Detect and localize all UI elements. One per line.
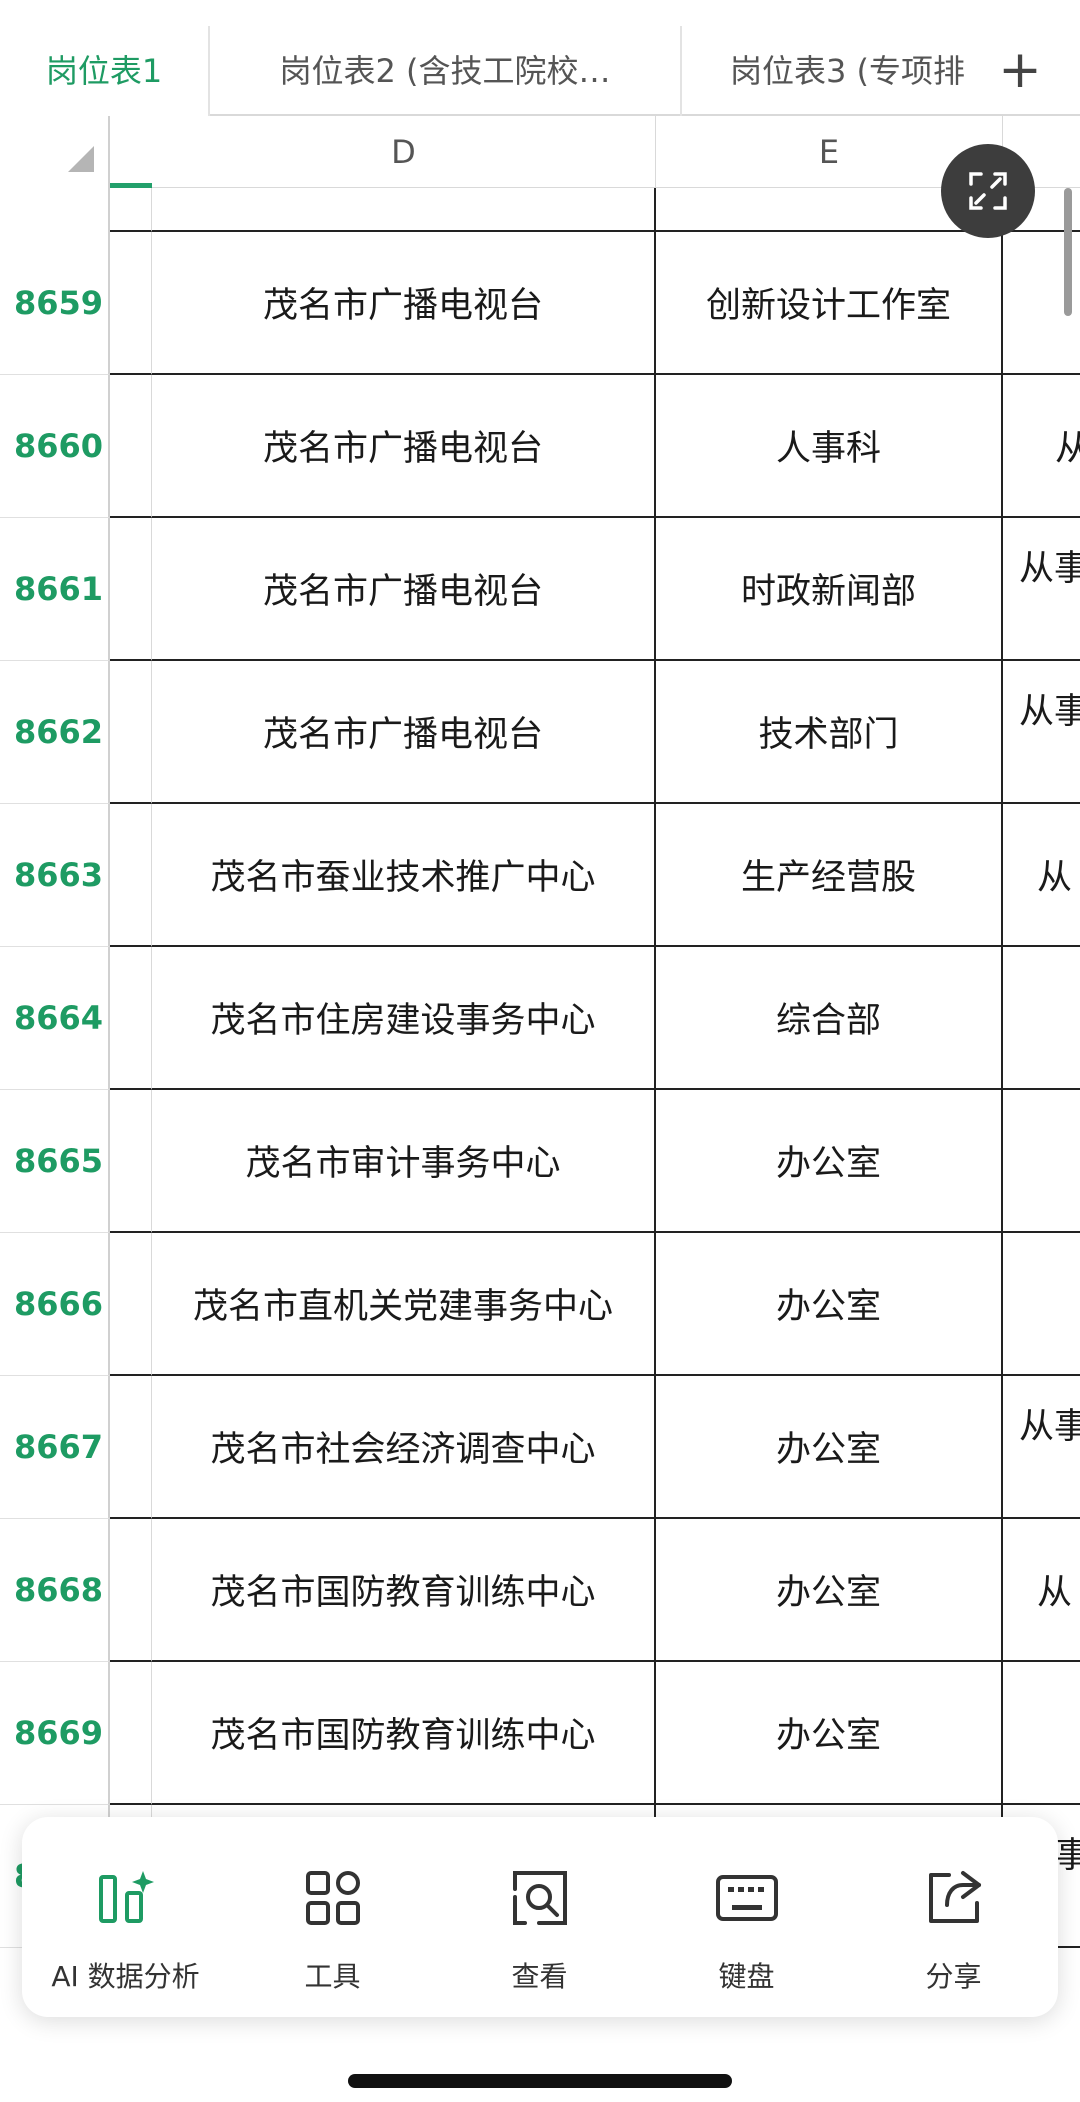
cell-unit-name[interactable]: 茂名市广播电视台 bbox=[152, 375, 656, 518]
keyboard-label: 键盘 bbox=[718, 1960, 775, 1993]
cell-unit-name[interactable]: 茂名市审计事务中心 bbox=[152, 1090, 656, 1233]
table-row: 8663 茂名市蚕业技术推广中心 生产经营股 从 bbox=[0, 804, 1080, 947]
cell-unit-name[interactable]: 茂名市社会经济调查中心 bbox=[152, 1376, 656, 1519]
row-number[interactable]: 8660 bbox=[0, 375, 110, 518]
view-search-icon bbox=[512, 1871, 567, 1925]
table-row-partial bbox=[0, 188, 1080, 232]
row-number[interactable]: 8664 bbox=[0, 947, 110, 1090]
grid-cell[interactable] bbox=[110, 375, 152, 518]
row-number[interactable]: 8668 bbox=[0, 1519, 110, 1662]
cell-unit-name[interactable]: 茂名市广播电视台 bbox=[152, 232, 656, 375]
share-icon bbox=[928, 1871, 981, 1923]
cell-unit-name[interactable]: 茂名市住房建设事务中心 bbox=[152, 947, 656, 1090]
table-row: 8659 茂名市广播电视台 创新设计工作室 bbox=[0, 232, 1080, 375]
ai-analysis-button[interactable]: AI 数据分析 bbox=[22, 1817, 229, 2017]
tab-sheet-3[interactable]: 岗位表3 (专项排 bbox=[682, 26, 972, 116]
row-number[interactable]: 8661 bbox=[0, 518, 110, 661]
grid-cell[interactable] bbox=[110, 518, 152, 661]
grid-cell[interactable] bbox=[110, 1662, 152, 1805]
column-header-d[interactable]: D bbox=[152, 116, 656, 188]
sheet-tab-bar: 岗位表1 岗位表2 (含技工院校… 岗位表3 (专项排 + bbox=[0, 26, 1080, 116]
grid-cell[interactable] bbox=[110, 1233, 152, 1376]
keyboard-icon bbox=[715, 1875, 778, 1921]
cell-department[interactable]: 人事科 bbox=[656, 375, 1003, 518]
cell-partial[interactable]: 从 bbox=[1003, 375, 1080, 518]
expand-icon bbox=[969, 172, 1007, 210]
share-label: 分享 bbox=[925, 1960, 982, 1993]
table-row: 8661 茂名市广播电视台 时政新闻部 从事 bbox=[0, 518, 1080, 661]
cell-unit-name[interactable]: 茂名市蚕业技术推广中心 bbox=[152, 804, 656, 947]
row-number[interactable]: 8666 bbox=[0, 1233, 110, 1376]
tools-grid-icon bbox=[305, 1871, 360, 1925]
cell-partial[interactable]: 从事 bbox=[1003, 661, 1080, 804]
table-row: 8666 茂名市直机关党建事务中心 办公室 bbox=[0, 1233, 1080, 1376]
cell-partial[interactable] bbox=[1003, 1090, 1080, 1233]
share-button[interactable]: 分享 bbox=[850, 1817, 1057, 2017]
cell-partial[interactable]: 从 bbox=[1003, 1519, 1080, 1662]
row-number[interactable]: 8663 bbox=[0, 804, 110, 947]
cell-unit-name[interactable]: 茂名市直机关党建事务中心 bbox=[152, 1233, 656, 1376]
grid-cell[interactable] bbox=[110, 1376, 152, 1519]
cell-department[interactable]: 生产经营股 bbox=[656, 804, 1003, 947]
ai-analysis-label: AI 数据分析 bbox=[51, 1960, 200, 1993]
cell-department[interactable]: 时政新闻部 bbox=[656, 518, 1003, 661]
ai-analysis-icon bbox=[98, 1871, 154, 1923]
select-all-corner[interactable] bbox=[0, 116, 110, 188]
row-number[interactable]: 8665 bbox=[0, 1090, 110, 1233]
table-row: 8665 茂名市审计事务中心 办公室 bbox=[0, 1090, 1080, 1233]
corner-triangle-icon bbox=[68, 146, 94, 172]
cell-department[interactable]: 办公室 bbox=[656, 1233, 1003, 1376]
cell-department[interactable]: 办公室 bbox=[656, 1662, 1003, 1805]
keyboard-button[interactable]: 键盘 bbox=[643, 1817, 850, 2017]
tools-button[interactable]: 工具 bbox=[229, 1817, 436, 2017]
row-number[interactable]: 8659 bbox=[0, 232, 110, 375]
row-number[interactable] bbox=[0, 188, 110, 232]
cell-unit-name[interactable]: 茂名市广播电视台 bbox=[152, 661, 656, 804]
fullscreen-button[interactable] bbox=[941, 144, 1035, 238]
grid-cell[interactable] bbox=[110, 1519, 152, 1662]
table-row: 8662 茂名市广播电视台 技术部门 从事 bbox=[0, 661, 1080, 804]
cell-department[interactable]: 技术部门 bbox=[656, 661, 1003, 804]
grid-cell[interactable] bbox=[110, 661, 152, 804]
row-number[interactable]: 8669 bbox=[0, 1662, 110, 1805]
add-sheet-button[interactable]: + bbox=[990, 42, 1050, 102]
grid-cell[interactable] bbox=[110, 947, 152, 1090]
grid-cell[interactable] bbox=[110, 188, 152, 232]
grid-cell[interactable] bbox=[110, 804, 152, 947]
cell-unit-name[interactable]: 茂名市国防教育训练中心 bbox=[152, 1662, 656, 1805]
grid-cell[interactable] bbox=[152, 188, 656, 232]
column-header-row: D E bbox=[0, 116, 1080, 188]
view-label: 查看 bbox=[511, 1960, 568, 1993]
home-indicator bbox=[348, 2074, 732, 2088]
cell-partial[interactable]: 从事 bbox=[1003, 1376, 1080, 1519]
grid-cell[interactable] bbox=[110, 1090, 152, 1233]
cell-partial[interactable]: 从 bbox=[1003, 804, 1080, 947]
tab-sheet-1[interactable]: 岗位表1 bbox=[0, 26, 208, 116]
row-number[interactable]: 8662 bbox=[0, 661, 110, 804]
table-row: 8664 茂名市住房建设事务中心 综合部 bbox=[0, 947, 1080, 1090]
cell-department[interactable]: 办公室 bbox=[656, 1090, 1003, 1233]
cell-department[interactable]: 综合部 bbox=[656, 947, 1003, 1090]
table-row: 8669 茂名市国防教育训练中心 办公室 bbox=[0, 1662, 1080, 1805]
table-row: 8667 茂名市社会经济调查中心 办公室 从事 bbox=[0, 1376, 1080, 1519]
tools-label: 工具 bbox=[304, 1960, 361, 1993]
cell-unit-name[interactable]: 茂名市国防教育训练中心 bbox=[152, 1519, 656, 1662]
view-button[interactable]: 查看 bbox=[436, 1817, 643, 2017]
row-number[interactable]: 8667 bbox=[0, 1376, 110, 1519]
cell-department[interactable]: 创新设计工作室 bbox=[656, 232, 1003, 375]
cell-partial[interactable] bbox=[1003, 947, 1080, 1090]
cell-department[interactable]: 办公室 bbox=[656, 1376, 1003, 1519]
bottom-toolbar: AI 数据分析 工具 查看 键盘 分享 bbox=[22, 1817, 1058, 2017]
cell-partial[interactable] bbox=[1003, 1233, 1080, 1376]
tab-sheet-2[interactable]: 岗位表2 (含技工院校… bbox=[210, 26, 680, 116]
cell-department[interactable]: 办公室 bbox=[656, 1519, 1003, 1662]
cell-partial[interactable] bbox=[1003, 1662, 1080, 1805]
cell-partial[interactable]: 从事 bbox=[1003, 518, 1080, 661]
vertical-scrollbar[interactable] bbox=[1064, 188, 1072, 316]
table-row: 8668 茂名市国防教育训练中心 办公室 从 bbox=[0, 1519, 1080, 1662]
grid-cell[interactable] bbox=[110, 232, 152, 375]
cell-unit-name[interactable]: 茂名市广播电视台 bbox=[152, 518, 656, 661]
table-row: 8660 茂名市广播电视台 人事科 从 bbox=[0, 375, 1080, 518]
